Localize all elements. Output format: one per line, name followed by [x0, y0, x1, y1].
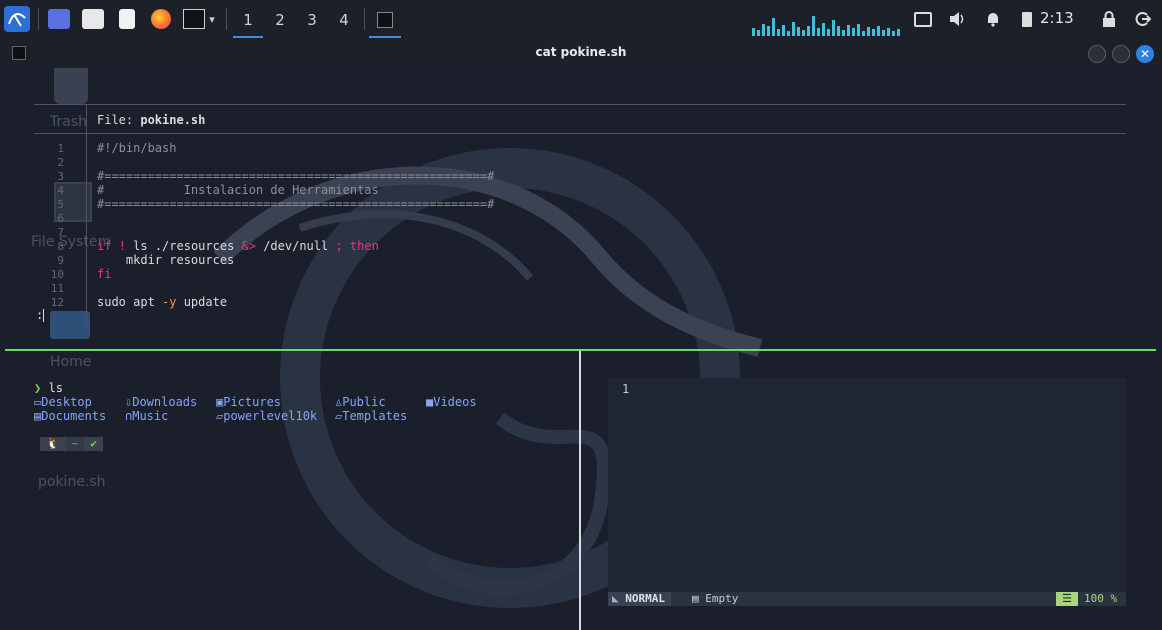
- ls-entry-videos: ■Videos: [426, 395, 477, 409]
- text-editor-icon[interactable]: [114, 6, 140, 32]
- bat-gutter-rule: [86, 105, 87, 330]
- pager-prompt[interactable]: :: [36, 308, 45, 322]
- line-number: 3: [57, 170, 64, 183]
- desktop-label-trash[interactable]: Trash: [50, 114, 87, 130]
- clock[interactable]: 2:13: [1040, 9, 1074, 27]
- file-icon: ▤: [692, 592, 699, 605]
- bat-file-name: pokine.sh: [140, 113, 206, 127]
- line-number: 10: [50, 268, 64, 281]
- volume-icon[interactable]: [946, 6, 968, 32]
- show-desktop-icon[interactable]: [46, 6, 72, 32]
- taskbar: ▾ 1 2 3 4 2:13: [0, 0, 1162, 39]
- vim-mode: ◣ NORMAL: [608, 592, 671, 606]
- ls-entry-powerlevel10k: ▱powerlevel10k: [216, 409, 318, 423]
- line-number: 5: [57, 198, 64, 211]
- prompt-symbol: ❯: [34, 381, 42, 395]
- window-title: cat pokine.sh: [535, 45, 627, 59]
- code-line: #=======================================…: [97, 197, 495, 211]
- maximize-button[interactable]: [1112, 45, 1130, 63]
- vim-line-number: 1: [622, 382, 630, 396]
- status-ok-icon: ✔: [84, 437, 103, 451]
- line-number: 7: [57, 226, 64, 239]
- ls-entry-public: ♙Public: [335, 395, 386, 409]
- vim-buffer-status: ▤ Empty: [692, 592, 739, 605]
- line-number: 9: [57, 254, 64, 267]
- close-button[interactable]: ✕: [1136, 45, 1154, 63]
- firefox-icon[interactable]: [148, 6, 174, 32]
- trash-icon[interactable]: [54, 68, 88, 104]
- code-line: #=======================================…: [97, 169, 495, 183]
- ls-entry-templates: ▱Templates: [335, 409, 408, 423]
- battery-icon[interactable]: [1016, 6, 1038, 32]
- workspace-2[interactable]: 2: [265, 4, 295, 36]
- line-number: 4: [57, 184, 64, 197]
- code-line: fi: [97, 267, 112, 281]
- ls-entry-pictures: ▣Pictures: [216, 395, 282, 409]
- workspace-1[interactable]: 1: [233, 4, 263, 38]
- line-number: 11: [50, 282, 64, 295]
- code-line: if ! ls ./resources &> /dev/null ; then: [97, 239, 379, 253]
- terminal-body[interactable]: Trash File System Home pokine.sh File: p…: [0, 68, 1162, 630]
- workspace-4[interactable]: 4: [329, 4, 359, 36]
- shell-command: ls: [48, 381, 63, 395]
- line-number: 6: [57, 212, 64, 225]
- kali-menu-icon[interactable]: [4, 6, 30, 32]
- linux-penguin-icon: 🐧: [40, 437, 66, 451]
- pane-split-vertical[interactable]: [579, 351, 581, 630]
- ls-entry-downloads: ⇩Downloads: [125, 395, 198, 409]
- close-icon: ✕: [1139, 47, 1151, 61]
- chevron-down-icon[interactable]: ▾: [209, 13, 215, 26]
- home-dir-segment: ~: [65, 437, 85, 451]
- ls-entry-documents: ▤Documents: [34, 409, 107, 423]
- code-line: sudo apt -y update: [97, 295, 228, 309]
- line-number: 2: [57, 156, 64, 169]
- network-icon[interactable]: [912, 6, 934, 32]
- desktop-label-home[interactable]: Home: [50, 354, 91, 370]
- workspace-3[interactable]: 3: [297, 4, 327, 36]
- vim-statusline: ◣ NORMAL ▤ Empty ☰ 100 %: [608, 592, 1126, 606]
- desktop-label-pokine[interactable]: pokine.sh: [38, 474, 106, 490]
- line-number: 8: [57, 240, 64, 253]
- ls-entry-desktop: ▭Desktop: [34, 395, 92, 409]
- p10k-prompt: 🐧 ~ ✔: [40, 437, 103, 451]
- line-number: 1: [57, 142, 64, 155]
- code-line: # Instalacion de Herramientas: [97, 183, 379, 197]
- home-folder-icon[interactable]: [50, 311, 90, 339]
- vim-percent: 100 %: [1084, 592, 1118, 605]
- ls-entry-music: ∩Music: [125, 409, 169, 423]
- notification-bell-icon[interactable]: [982, 6, 1004, 32]
- cursor: [43, 309, 45, 322]
- terminal-icon[interactable]: ▾: [178, 6, 220, 32]
- cpu-graph: [752, 16, 900, 36]
- bat-top-rule: [34, 104, 1126, 105]
- code-line: mkdir resources: [97, 253, 235, 267]
- file-manager-icon[interactable]: [80, 6, 106, 32]
- window-titlebar[interactable]: cat pokine.sh: [0, 38, 1162, 68]
- code-line: #!/bin/bash: [97, 141, 177, 155]
- bat-file-label: File:: [97, 113, 134, 127]
- lines-icon: ☰: [1056, 592, 1078, 606]
- lock-icon[interactable]: [1098, 6, 1120, 32]
- shell-prompt-line: ❯ ls: [34, 381, 63, 395]
- vim-buffer[interactable]: 1: [608, 378, 1126, 606]
- logout-icon[interactable]: [1132, 6, 1154, 32]
- bat-header-rule: [34, 133, 1126, 134]
- terminal-task-button[interactable]: [369, 4, 401, 38]
- bat-header: File: pokine.sh: [97, 113, 205, 127]
- vim-mode-icon: ◣: [612, 592, 619, 605]
- minimize-button[interactable]: [1088, 45, 1106, 63]
